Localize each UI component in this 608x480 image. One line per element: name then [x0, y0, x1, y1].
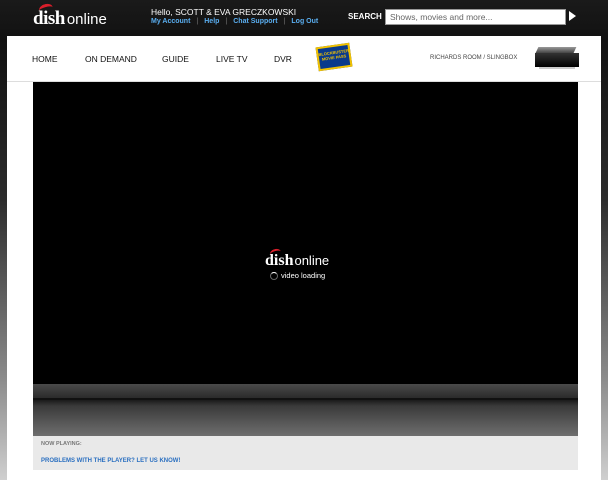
link-separator: | [283, 18, 286, 25]
slingbox-shadow [539, 67, 575, 69]
loading-indicator: video loading [270, 271, 325, 280]
my-account-link[interactable]: My Account [151, 18, 190, 25]
search-go-icon[interactable] [569, 11, 576, 21]
now-playing-panel [33, 436, 578, 470]
nav-home[interactable]: HOME [32, 54, 58, 64]
link-separator: | [225, 18, 228, 25]
loading-text: video loading [281, 271, 326, 280]
slingbox-icon[interactable] [533, 47, 579, 69]
help-link[interactable]: Help [204, 18, 219, 25]
top-header: dish online Hello, SCOTT & EVA GRECZKOWS… [0, 0, 608, 36]
nav-on-demand[interactable]: ON DEMAND [85, 54, 137, 64]
main-nav-panel: HOME ON DEMAND GUIDE LIVE TV DVR BLOCKBU… [7, 36, 601, 82]
search-input[interactable] [385, 9, 566, 25]
dish-online-logo[interactable]: dish online [33, 2, 107, 30]
player-logo-online: online [294, 253, 330, 268]
video-player[interactable] [33, 82, 578, 384]
nav-live-tv[interactable]: LIVE TV [216, 54, 248, 64]
slingbox-body [535, 53, 579, 67]
player-logo: dish online [265, 247, 330, 270]
nav-guide[interactable]: GUIDE [162, 54, 189, 64]
link-separator: | [196, 18, 199, 25]
player-feedback-link[interactable]: PROBLEMS WITH THE PLAYER? LET US KNOW! [41, 458, 180, 464]
log-out-link[interactable]: Log Out [291, 18, 318, 25]
logo-online-text: online [66, 11, 107, 28]
spinner-icon [270, 271, 278, 280]
device-room-label[interactable]: RICHARDS ROOM / SLINGBOX [430, 55, 517, 61]
account-links: My Account | Help | Chat Support | Log O… [151, 18, 318, 25]
search-label: SEARCH [348, 12, 382, 21]
player-control-bar[interactable] [33, 384, 578, 436]
chat-support-link[interactable]: Chat Support [233, 18, 277, 25]
now-playing-label: NOW PLAYING: [41, 441, 82, 447]
control-bar-divider [33, 398, 578, 400]
nav-dvr[interactable]: DVR [274, 54, 292, 64]
user-greeting: Hello, SCOTT & EVA GRECZKOWSKI [151, 7, 297, 17]
blockbuster-movie-pass-badge[interactable]: BLOCKBUSTER MOVIE PASS [315, 42, 353, 72]
